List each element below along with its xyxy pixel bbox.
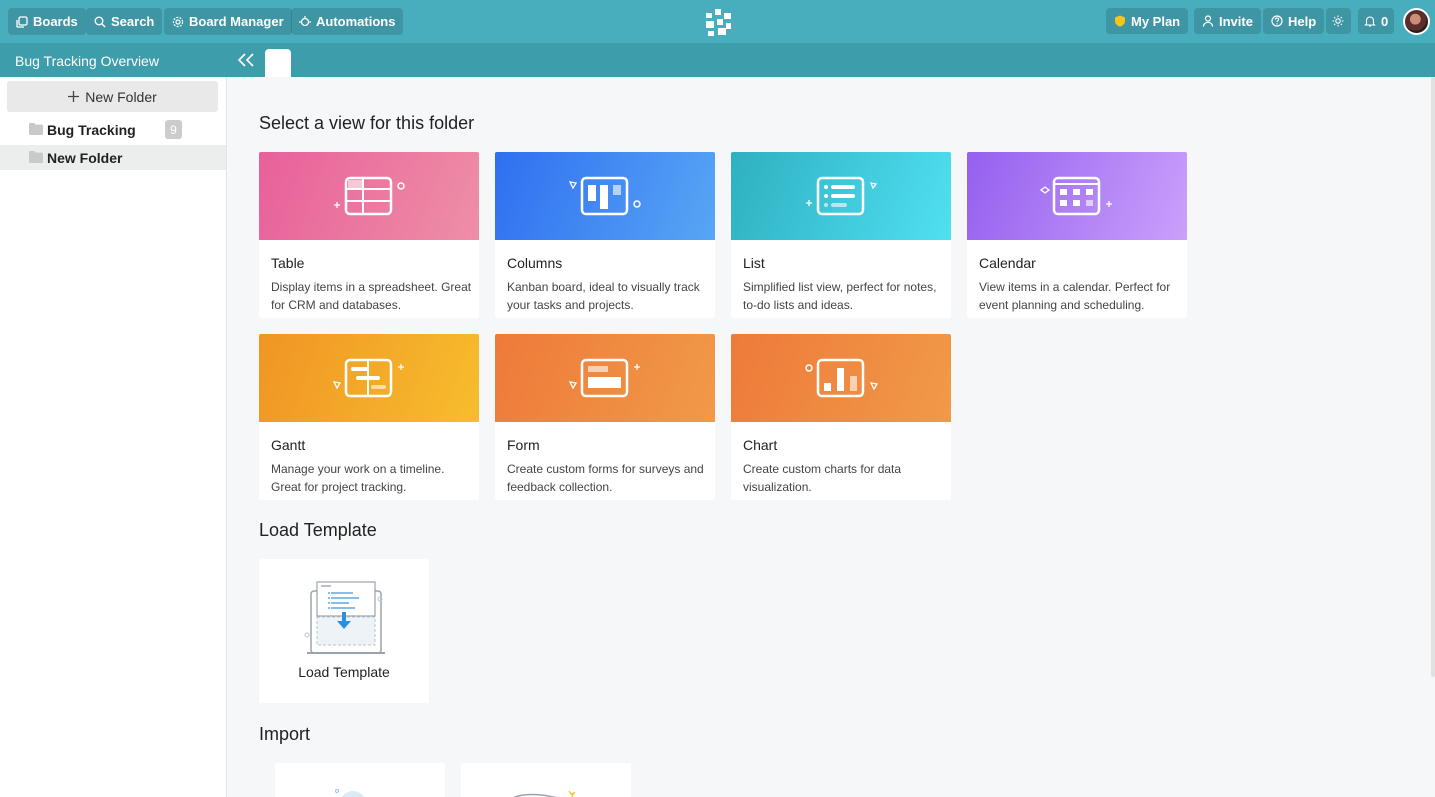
board-manager-label: Board Manager — [189, 14, 284, 29]
view-card-description: Create custom charts for data visualizat… — [743, 462, 902, 494]
board-title: Bug Tracking Overview — [15, 53, 159, 69]
sidebar-folder-new-folder[interactable]: New Folder — [0, 145, 226, 170]
double-chevron-left-icon[interactable] — [237, 52, 255, 68]
my-plan-button[interactable]: My Plan — [1106, 8, 1189, 34]
view-card-list[interactable]: List Simplified list view, perfect for n… — [731, 152, 951, 318]
automation-icon — [299, 15, 311, 26]
avatar[interactable] — [1403, 8, 1430, 35]
shield-icon — [1115, 15, 1125, 27]
view-card-columns[interactable]: Columns Kanban board, ideal to visually … — [495, 152, 715, 318]
table-banner — [259, 152, 479, 240]
folder-count-badge: 9 — [165, 120, 182, 139]
automations-label: Automations — [316, 14, 396, 29]
search-icon — [94, 16, 106, 28]
app-logo-icon — [706, 9, 731, 36]
bell-icon — [1364, 16, 1376, 27]
select-view-heading: Select a view for this folder — [259, 113, 475, 133]
search-button[interactable]: Search — [86, 8, 163, 35]
load-template-card[interactable]: Load Template — [259, 559, 429, 703]
search-label: Search — [111, 14, 155, 29]
view-card-title: Columns — [507, 255, 563, 271]
board-manager-button[interactable]: Board Manager — [164, 8, 292, 35]
import-card-1[interactable] — [275, 763, 445, 797]
tab-new-view[interactable] — [265, 49, 291, 77]
view-card-calendar[interactable]: Calendar View items in a calendar. Perfe… — [967, 152, 1187, 318]
view-card-table[interactable]: Table Display items in a spreadsheet. Gr… — [259, 152, 479, 318]
new-folder-button[interactable]: New Folder — [7, 81, 218, 112]
view-card-title: Form — [507, 437, 540, 453]
columns-banner — [495, 152, 715, 240]
notifications-button[interactable]: 0 — [1358, 8, 1395, 34]
view-card-description: Manage your work on a timeline. Great fo… — [271, 462, 445, 494]
help-label: Help — [1288, 13, 1317, 29]
view-card-description: Display items in a spreadsheet. Great fo… — [271, 280, 472, 312]
my-plan-label: My Plan — [1131, 13, 1181, 29]
form-view-icon — [568, 358, 640, 398]
view-card-chart[interactable]: Chart Create custom charts for data visu… — [731, 334, 951, 500]
view-card-title: List — [743, 255, 765, 271]
chart-banner — [731, 334, 951, 422]
board-header: Bug Tracking Overview — [0, 43, 1435, 77]
import-trello-icon — [513, 790, 576, 797]
calendar-banner — [967, 152, 1187, 240]
boards-icon — [16, 15, 28, 28]
import-csv-icon — [335, 789, 365, 797]
boards-label: Boards — [33, 14, 78, 29]
help-button[interactable]: Help — [1263, 8, 1325, 34]
import-heading: Import — [259, 724, 311, 744]
load-template-icon — [304, 581, 385, 654]
view-card-description: Simplified list view, perfect for notes,… — [743, 280, 937, 312]
view-card-description: View items in a calendar. Perfect for ev… — [979, 280, 1171, 312]
top-bar: Boards Search Board Manager Automations … — [0, 0, 1435, 43]
gantt-view-icon — [332, 358, 404, 398]
help-circle-icon — [1271, 15, 1283, 27]
plus-icon — [68, 91, 80, 102]
sidebar-folder-bug-tracking[interactable]: Bug Tracking 9 — [0, 117, 226, 142]
import-card-2[interactable] — [461, 763, 631, 797]
invite-button[interactable]: Invite — [1194, 8, 1261, 34]
load-template-heading: Load Template — [259, 520, 377, 540]
new-folder-label: New Folder — [85, 88, 157, 105]
chart-view-icon — [805, 358, 879, 398]
view-card-description: Kanban board, ideal to visually track yo… — [507, 280, 700, 312]
sun-icon — [1332, 15, 1344, 27]
view-card-title: Calendar — [979, 255, 1036, 271]
view-card-description: Create custom forms for surveys and feed… — [507, 462, 704, 494]
gantt-banner — [259, 334, 479, 422]
load-template-label: Load Template — [298, 664, 390, 680]
folder-name: Bug Tracking — [47, 121, 136, 138]
theme-toggle-button[interactable] — [1326, 8, 1351, 34]
notifications-count: 0 — [1381, 13, 1389, 29]
calendar-view-icon — [1039, 176, 1112, 216]
folder-icon — [29, 123, 43, 135]
gear-icon — [172, 16, 184, 27]
invite-label: Invite — [1219, 13, 1253, 29]
boards-button[interactable]: Boards — [8, 8, 86, 35]
folder-icon — [29, 151, 43, 163]
main-content: Select a view for this folder Table Disp… — [227, 77, 1435, 797]
view-card-title: Chart — [743, 437, 778, 453]
view-card-form[interactable]: Form Create custom forms for surveys and… — [495, 334, 715, 500]
sidebar: New Folder Bug Tracking 9 New Folder — [0, 77, 227, 797]
table-view-icon — [334, 176, 405, 216]
user-icon — [1202, 15, 1214, 27]
automations-button[interactable]: Automations — [291, 8, 404, 35]
folder-name: New Folder — [47, 149, 123, 166]
form-banner — [495, 334, 715, 422]
list-banner — [731, 152, 951, 240]
main-scrollbar[interactable] — [1431, 77, 1435, 677]
view-card-title: Table — [271, 255, 305, 271]
columns-view-icon — [568, 176, 641, 216]
view-card-title: Gantt — [271, 437, 306, 453]
list-view-icon — [806, 176, 878, 216]
view-card-gantt[interactable]: Gantt Manage your work on a timeline. Gr… — [259, 334, 479, 500]
